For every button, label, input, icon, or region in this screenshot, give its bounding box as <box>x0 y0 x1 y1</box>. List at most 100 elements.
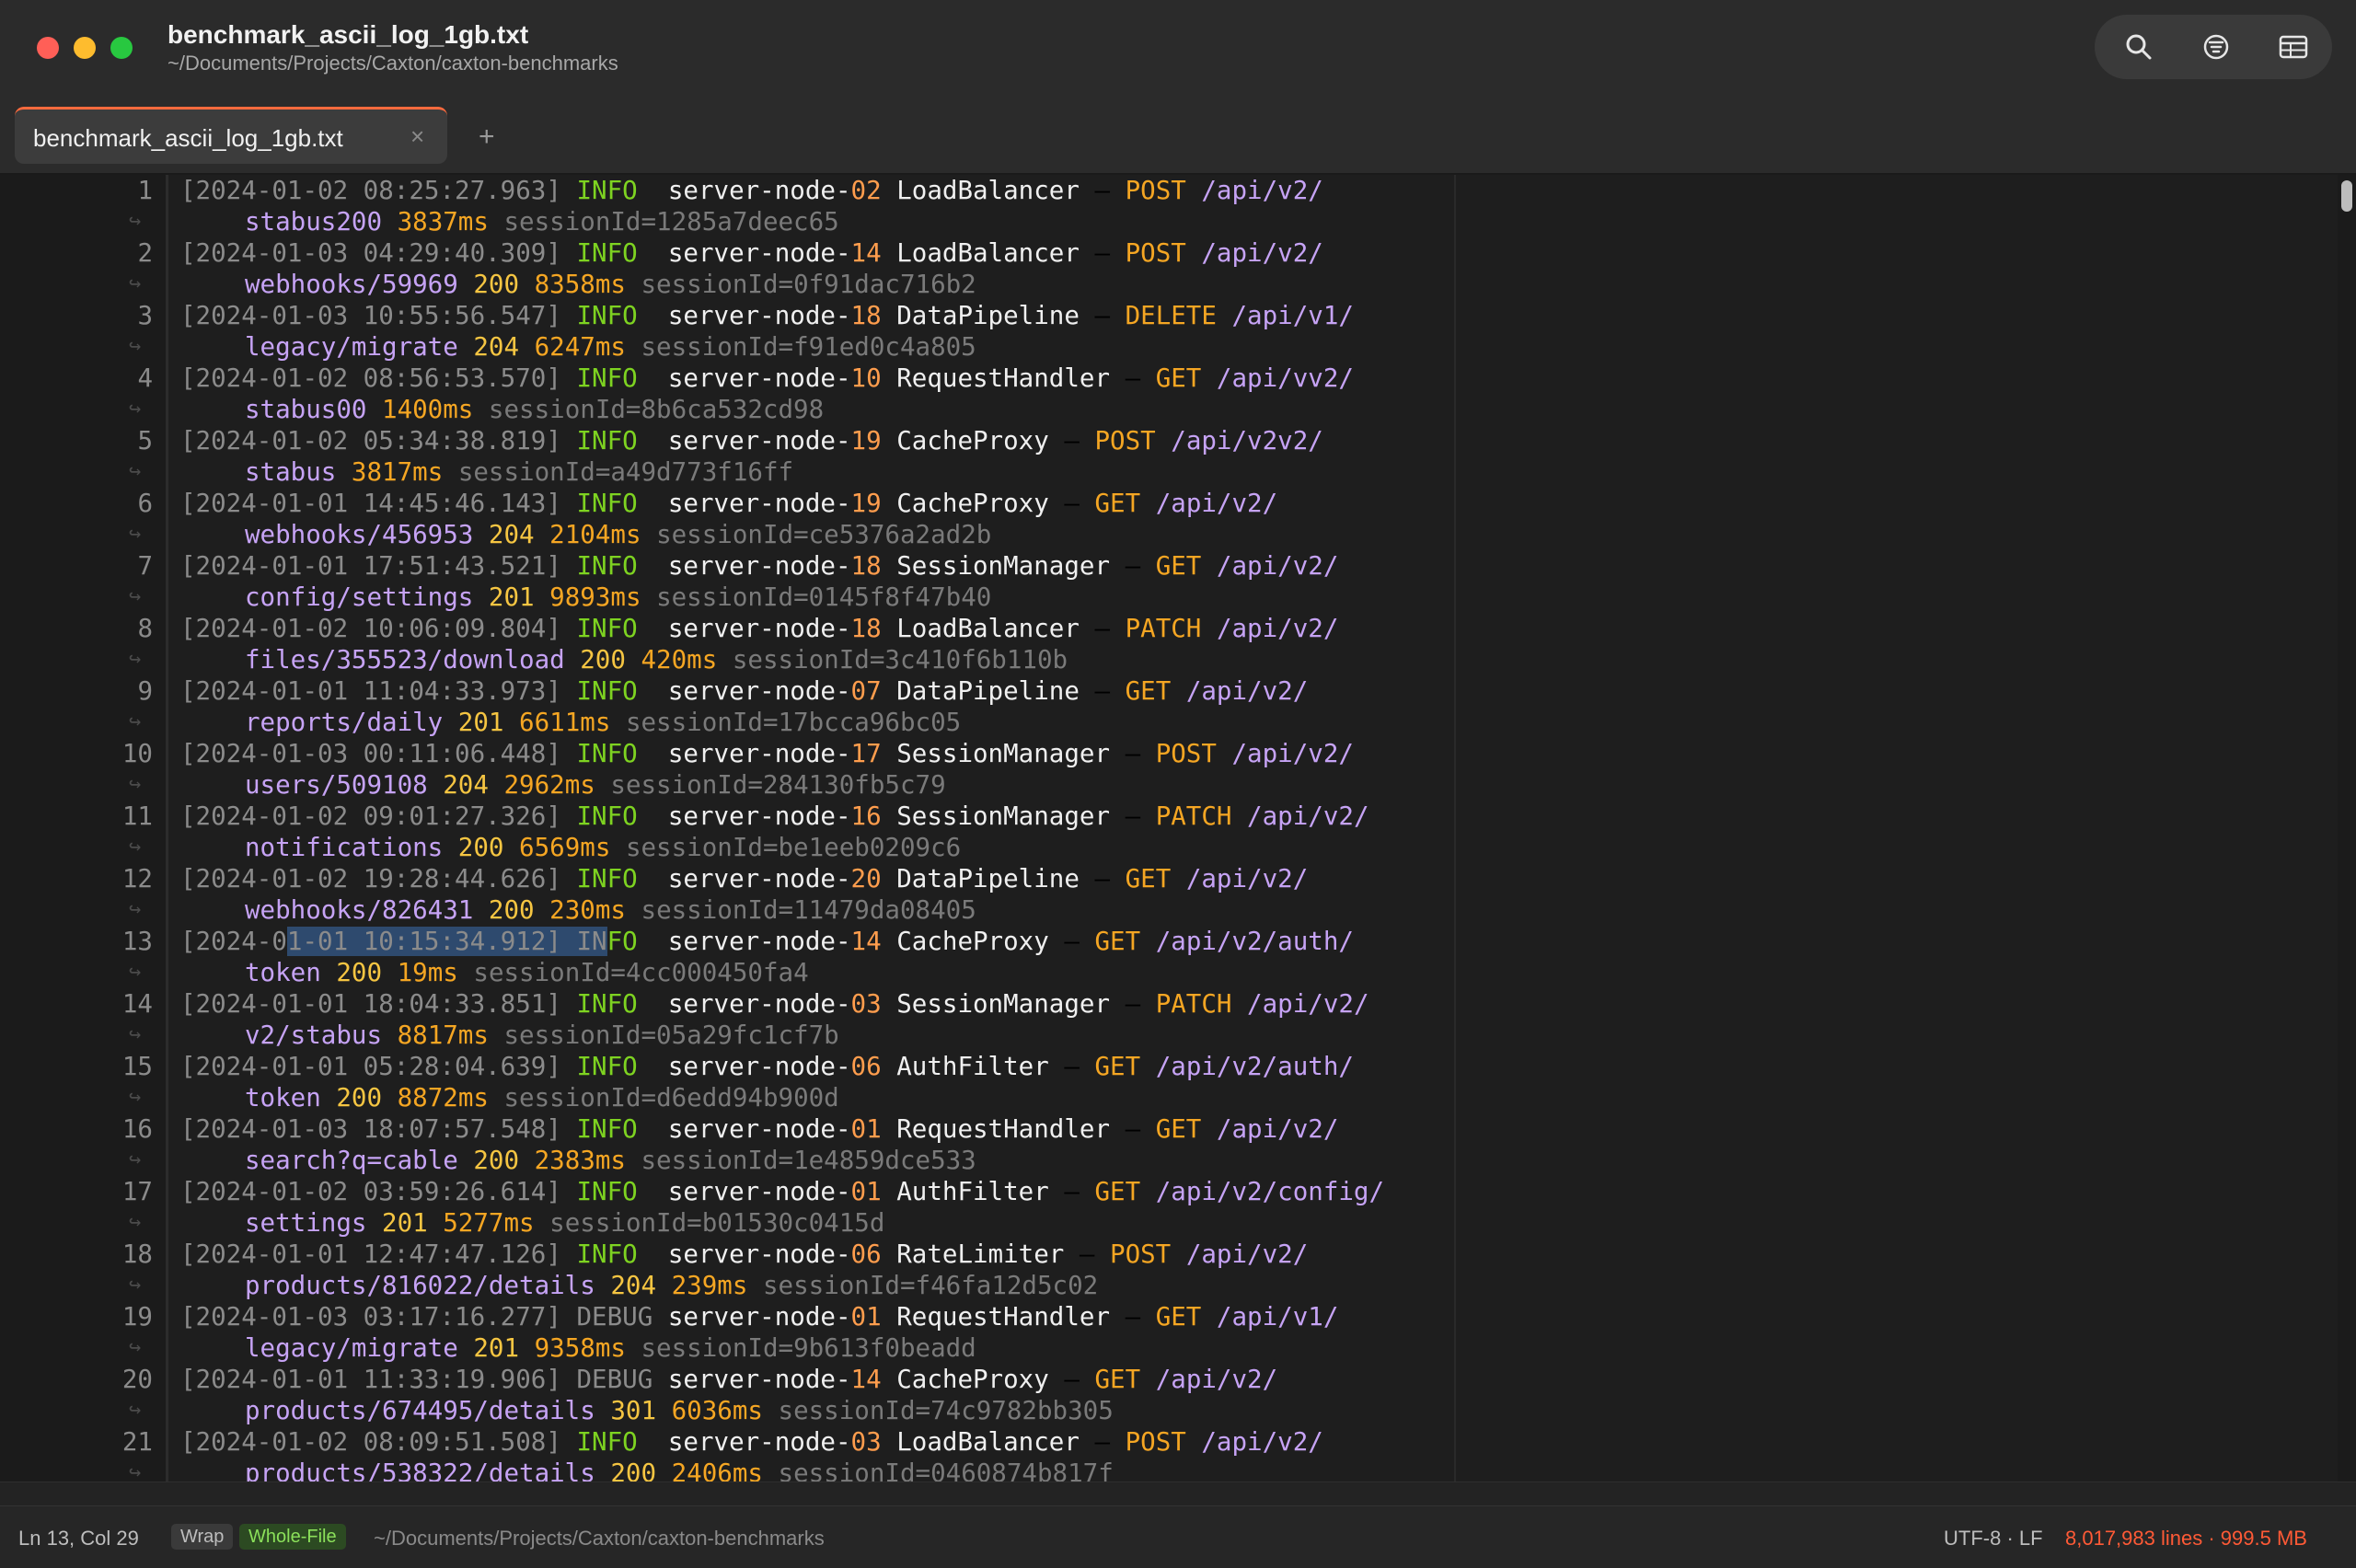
log-line[interactable]: 20 ↪ [2024-01-01 11:33:19.906] DEBUG serve… <box>0 1364 2319 1426</box>
session-id: sessionId=3c410f6b110b <box>732 645 1068 674</box>
wrap-continuation-icon: ↪ <box>129 1023 142 1046</box>
log-line[interactable]: 5 ↪ [2024-01-02 05:34:38.819] INFO server-… <box>0 425 2319 488</box>
tab-label: benchmark_ascii_log_1gb.txt <box>33 124 343 152</box>
log-level: INFO <box>576 426 638 455</box>
line-number: 3 <box>137 301 153 330</box>
duration: 9358ms <box>534 1333 626 1363</box>
text-editor[interactable]: 1 ↪ [2024-01-02 08:25:27.963] INFO server-… <box>0 175 2356 1482</box>
session-id: sessionId=f91ed0c4a805 <box>641 332 976 362</box>
wrap-continuation-icon: ↪ <box>129 773 142 796</box>
request-path: /api/v2/ <box>1216 551 1339 581</box>
service-name: LoadBalancer <box>896 614 1080 643</box>
text-selection: 1-01 10:15:34.912] IN <box>286 927 607 956</box>
request-path-continued: webhooks/456953 <box>245 520 474 549</box>
session-id: sessionId=1e4859dce533 <box>641 1146 976 1175</box>
status-code: 204 <box>488 520 535 549</box>
request-path: /api/v2/config/ <box>1155 1177 1385 1206</box>
session-id: sessionId=05a29fc1cf7b <box>503 1020 839 1050</box>
search-icon[interactable] <box>2119 27 2159 67</box>
cursor-position[interactable]: Ln 13, Col 29 <box>18 1527 139 1551</box>
vertical-scrollbar[interactable] <box>2338 175 2356 1482</box>
http-method: GET <box>1094 1177 1141 1206</box>
log-line[interactable]: 21 ↪ [2024-01-02 08:09:51.508] INFO server… <box>0 1426 2319 1482</box>
log-line[interactable]: 19 ↪ [2024-01-03 03:17:16.277] DEBUG serve… <box>0 1301 2319 1364</box>
log-line[interactable]: 1 ↪ [2024-01-02 08:25:27.963] INFO server-… <box>0 175 2319 237</box>
server-node: server-node- <box>667 238 851 268</box>
log-line[interactable]: 6 ↪ [2024-01-01 14:45:46.143] INFO server-… <box>0 488 2319 550</box>
log-line-wrapped-segment: v2/stabus 8817ms sessionId=05a29fc1cf7b <box>245 1020 839 1051</box>
close-window-button[interactable] <box>37 37 59 59</box>
timestamp: [2024-01-02 03:59:26.614] <box>180 1177 561 1206</box>
log-line[interactable]: 18 ↪ [2024-01-01 12:47:47.126] INFO server… <box>0 1239 2319 1301</box>
whole-file-toggle[interactable]: Whole-File <box>239 1524 346 1550</box>
timestamp: [2024-01-03 18:07:57.548] <box>180 1114 561 1144</box>
server-node: server-node- <box>667 801 851 831</box>
log-line[interactable]: 12 ↪ [2024-01-02 19:28:44.626] INFO server… <box>0 863 2319 926</box>
status-path: ~/Documents/Projects/Caxton/caxton-bench… <box>374 1527 825 1550</box>
timestamp: [2024-01-02 19:28:44.626] <box>180 864 561 894</box>
log-line[interactable]: 4 ↪ [2024-01-02 08:56:53.570] INFO server-… <box>0 363 2319 425</box>
log-line[interactable]: 13 ↪ [2024-01-01 10:15:34.912] INFO server… <box>0 926 2319 988</box>
service-name: CacheProxy <box>896 489 1049 518</box>
timestamp: [2024-01-02 08:56:53.570] <box>180 363 561 393</box>
http-method: DELETE <box>1125 301 1217 330</box>
new-tab-button[interactable]: + <box>479 121 495 153</box>
log-line[interactable]: 17 ↪ [2024-01-02 03:59:26.614] INFO server… <box>0 1176 2319 1239</box>
request-path-continued: webhooks/826431 <box>245 895 474 925</box>
log-line[interactable]: 11 ↪ [2024-01-02 09:01:27.326] INFO server… <box>0 801 2319 863</box>
request-path-continued: webhooks/59969 <box>245 270 458 299</box>
http-method: POST <box>1155 739 1217 768</box>
log-line[interactable]: 2 ↪ [2024-01-03 04:29:40.309] INFO server-… <box>0 237 2319 300</box>
line-number: 10 <box>121 739 153 768</box>
horizontal-scrollbar[interactable] <box>0 1482 2356 1506</box>
line-number: 6 <box>137 489 153 518</box>
request-path: /api/v2/ <box>1185 676 1309 706</box>
scrollbar-thumb[interactable] <box>2341 180 2352 212</box>
duration: 6036ms <box>671 1396 763 1425</box>
log-line-wrapped-segment: legacy/migrate 204 6247ms sessionId=f91e… <box>245 331 976 363</box>
wrap-toggle[interactable]: Wrap <box>171 1524 234 1550</box>
log-line[interactable]: 14 ↪ [2024-01-01 18:04:33.851] INFO server… <box>0 988 2319 1051</box>
log-line[interactable]: 10 ↪ [2024-01-03 00:11:06.448] INFO server… <box>0 738 2319 801</box>
tab-close-icon[interactable]: × <box>410 122 424 151</box>
timestamp: [2024-01-01 05:28:04.639] <box>180 1052 561 1081</box>
service-name: DataPipeline <box>896 676 1080 706</box>
server-node: server-node- <box>667 426 851 455</box>
log-line-first-segment: [2024-01-01 11:04:33.973] INFO server-no… <box>180 676 1309 706</box>
session-id: sessionId=1285a7deec65 <box>503 207 839 236</box>
request-path: /api/v2v2/ <box>1171 426 1323 455</box>
log-line-wrapped-segment: token 200 19ms sessionId=4cc000450fa4 <box>245 957 809 988</box>
wrap-continuation-icon: ↪ <box>129 1399 142 1422</box>
code-area[interactable]: 1 ↪ [2024-01-02 08:25:27.963] INFO server-… <box>0 175 2319 1482</box>
http-method: POST <box>1125 238 1186 268</box>
log-line[interactable]: 16 ↪ [2024-01-03 18:07:57.548] INFO server… <box>0 1113 2319 1176</box>
filter-icon[interactable] <box>2196 27 2236 67</box>
table-icon[interactable] <box>2273 27 2314 67</box>
service-name: RequestHandler <box>896 363 1111 393</box>
maximize-window-button[interactable] <box>110 37 133 59</box>
request-path-continued: token <box>245 958 321 987</box>
log-line[interactable]: 15 ↪ [2024-01-01 05:28:04.639] INFO server… <box>0 1051 2319 1113</box>
status-code: 201 <box>473 1333 520 1363</box>
log-line-wrapped-segment: config/settings 201 9893ms sessionId=014… <box>245 582 991 613</box>
session-id: sessionId=9b613f0beadd <box>641 1333 976 1363</box>
log-line[interactable]: 3 ↪ [2024-01-03 10:55:56.547] INFO server-… <box>0 300 2319 363</box>
http-method: PATCH <box>1125 614 1202 643</box>
tab-benchmark-log[interactable]: benchmark_ascii_log_1gb.txt × <box>15 107 447 164</box>
server-node: server-node- <box>667 1239 851 1269</box>
file-stats: 8,017,983 lines · 999.5 MB <box>2065 1527 2307 1550</box>
encoding-indicator[interactable]: UTF-8 · LF <box>1944 1527 2043 1551</box>
line-number: 20 <box>121 1365 153 1394</box>
line-number: 13 <box>121 927 153 956</box>
session-id: sessionId=a49d773f16ff <box>457 457 794 487</box>
minimize-window-button[interactable] <box>74 37 96 59</box>
log-line-wrapped-segment: stabus 3817ms sessionId=a49d773f16ff <box>245 456 793 488</box>
log-level: INFO <box>576 238 638 268</box>
line-number: 11 <box>121 801 153 831</box>
duration: 5277ms <box>443 1208 535 1238</box>
timestamp: [2024-01-01 17:51:43.521] <box>180 551 561 581</box>
log-line[interactable]: 8 ↪ [2024-01-02 10:06:09.804] INFO server-… <box>0 613 2319 675</box>
log-level: INFO <box>576 739 638 768</box>
log-line[interactable]: 9 ↪ [2024-01-01 11:04:33.973] INFO server-… <box>0 675 2319 738</box>
log-line[interactable]: 7 ↪ [2024-01-01 17:51:43.521] INFO server-… <box>0 550 2319 613</box>
